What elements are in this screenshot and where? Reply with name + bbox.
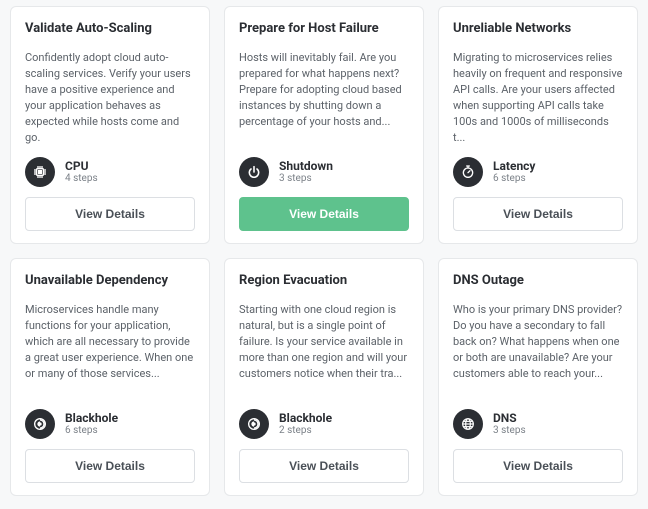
power-icon <box>239 157 269 187</box>
attack-row: Blackhole2 steps <box>239 409 409 439</box>
blackhole-icon <box>25 409 55 439</box>
globe-icon <box>453 409 483 439</box>
card-description: Starting with one cloud region is natura… <box>239 302 409 398</box>
view-details-button[interactable]: View Details <box>239 449 409 483</box>
view-details-button[interactable]: View Details <box>453 197 623 231</box>
attack-name: Latency <box>493 159 535 173</box>
view-details-button[interactable]: View Details <box>25 197 195 231</box>
attack-steps: 6 steps <box>493 173 535 185</box>
attack-steps: 6 steps <box>65 425 118 437</box>
attack-name: CPU <box>65 159 98 173</box>
card-title: Prepare for Host Failure <box>239 21 409 36</box>
scenario-card: Prepare for Host Failure Hosts will inevi… <box>224 6 424 244</box>
latency-icon <box>453 157 483 187</box>
scenario-card: Region Evacuation Starting with one cloud… <box>224 258 424 496</box>
view-details-button[interactable]: View Details <box>453 449 623 483</box>
card-title: Region Evacuation <box>239 273 409 288</box>
attack-steps: 4 steps <box>65 173 98 185</box>
card-title: Unavailable Dependency <box>25 273 195 288</box>
blackhole-icon <box>239 409 269 439</box>
attack-steps: 3 steps <box>279 173 333 185</box>
view-details-button[interactable]: View Details <box>25 449 195 483</box>
card-description: Who is your primary DNS provider? Do you… <box>453 302 623 398</box>
attack-text: Latency6 steps <box>493 159 535 185</box>
scenario-card: Validate Auto-Scaling Confidently adopt c… <box>10 6 210 244</box>
scenario-card: DNS Outage Who is your primary DNS provid… <box>438 258 638 496</box>
attack-steps: 2 steps <box>279 425 332 437</box>
attack-text: Shutdown3 steps <box>279 159 333 185</box>
card-title: DNS Outage <box>453 273 623 288</box>
attack-text: Blackhole6 steps <box>65 411 118 437</box>
attack-text: Blackhole2 steps <box>279 411 332 437</box>
attack-steps: 3 steps <box>493 425 526 437</box>
attack-name: Shutdown <box>279 159 333 173</box>
attack-name: Blackhole <box>65 411 118 425</box>
card-title: Validate Auto-Scaling <box>25 21 195 36</box>
card-description: Microservices handle many functions for … <box>25 302 195 398</box>
attack-text: CPU4 steps <box>65 159 98 185</box>
scenario-card: Unreliable Networks Migrating to microser… <box>438 6 638 244</box>
attack-row: CPU4 steps <box>25 157 195 187</box>
attack-row: Blackhole6 steps <box>25 409 195 439</box>
scenario-card: Unavailable Dependency Microservices hand… <box>10 258 210 496</box>
attack-name: DNS <box>493 411 526 425</box>
view-details-button[interactable]: View Details <box>239 197 409 231</box>
card-description: Confidently adopt cloud auto-scaling ser… <box>25 50 195 146</box>
card-description: Hosts will inevitably fail. Are you prep… <box>239 50 409 146</box>
attack-row: Latency6 steps <box>453 157 623 187</box>
attack-row: Shutdown3 steps <box>239 157 409 187</box>
attack-text: DNS3 steps <box>493 411 526 437</box>
card-description: Migrating to microservices relies heavil… <box>453 50 623 146</box>
attack-name: Blackhole <box>279 411 332 425</box>
attack-row: DNS3 steps <box>453 409 623 439</box>
card-title: Unreliable Networks <box>453 21 623 36</box>
cpu-icon <box>25 157 55 187</box>
